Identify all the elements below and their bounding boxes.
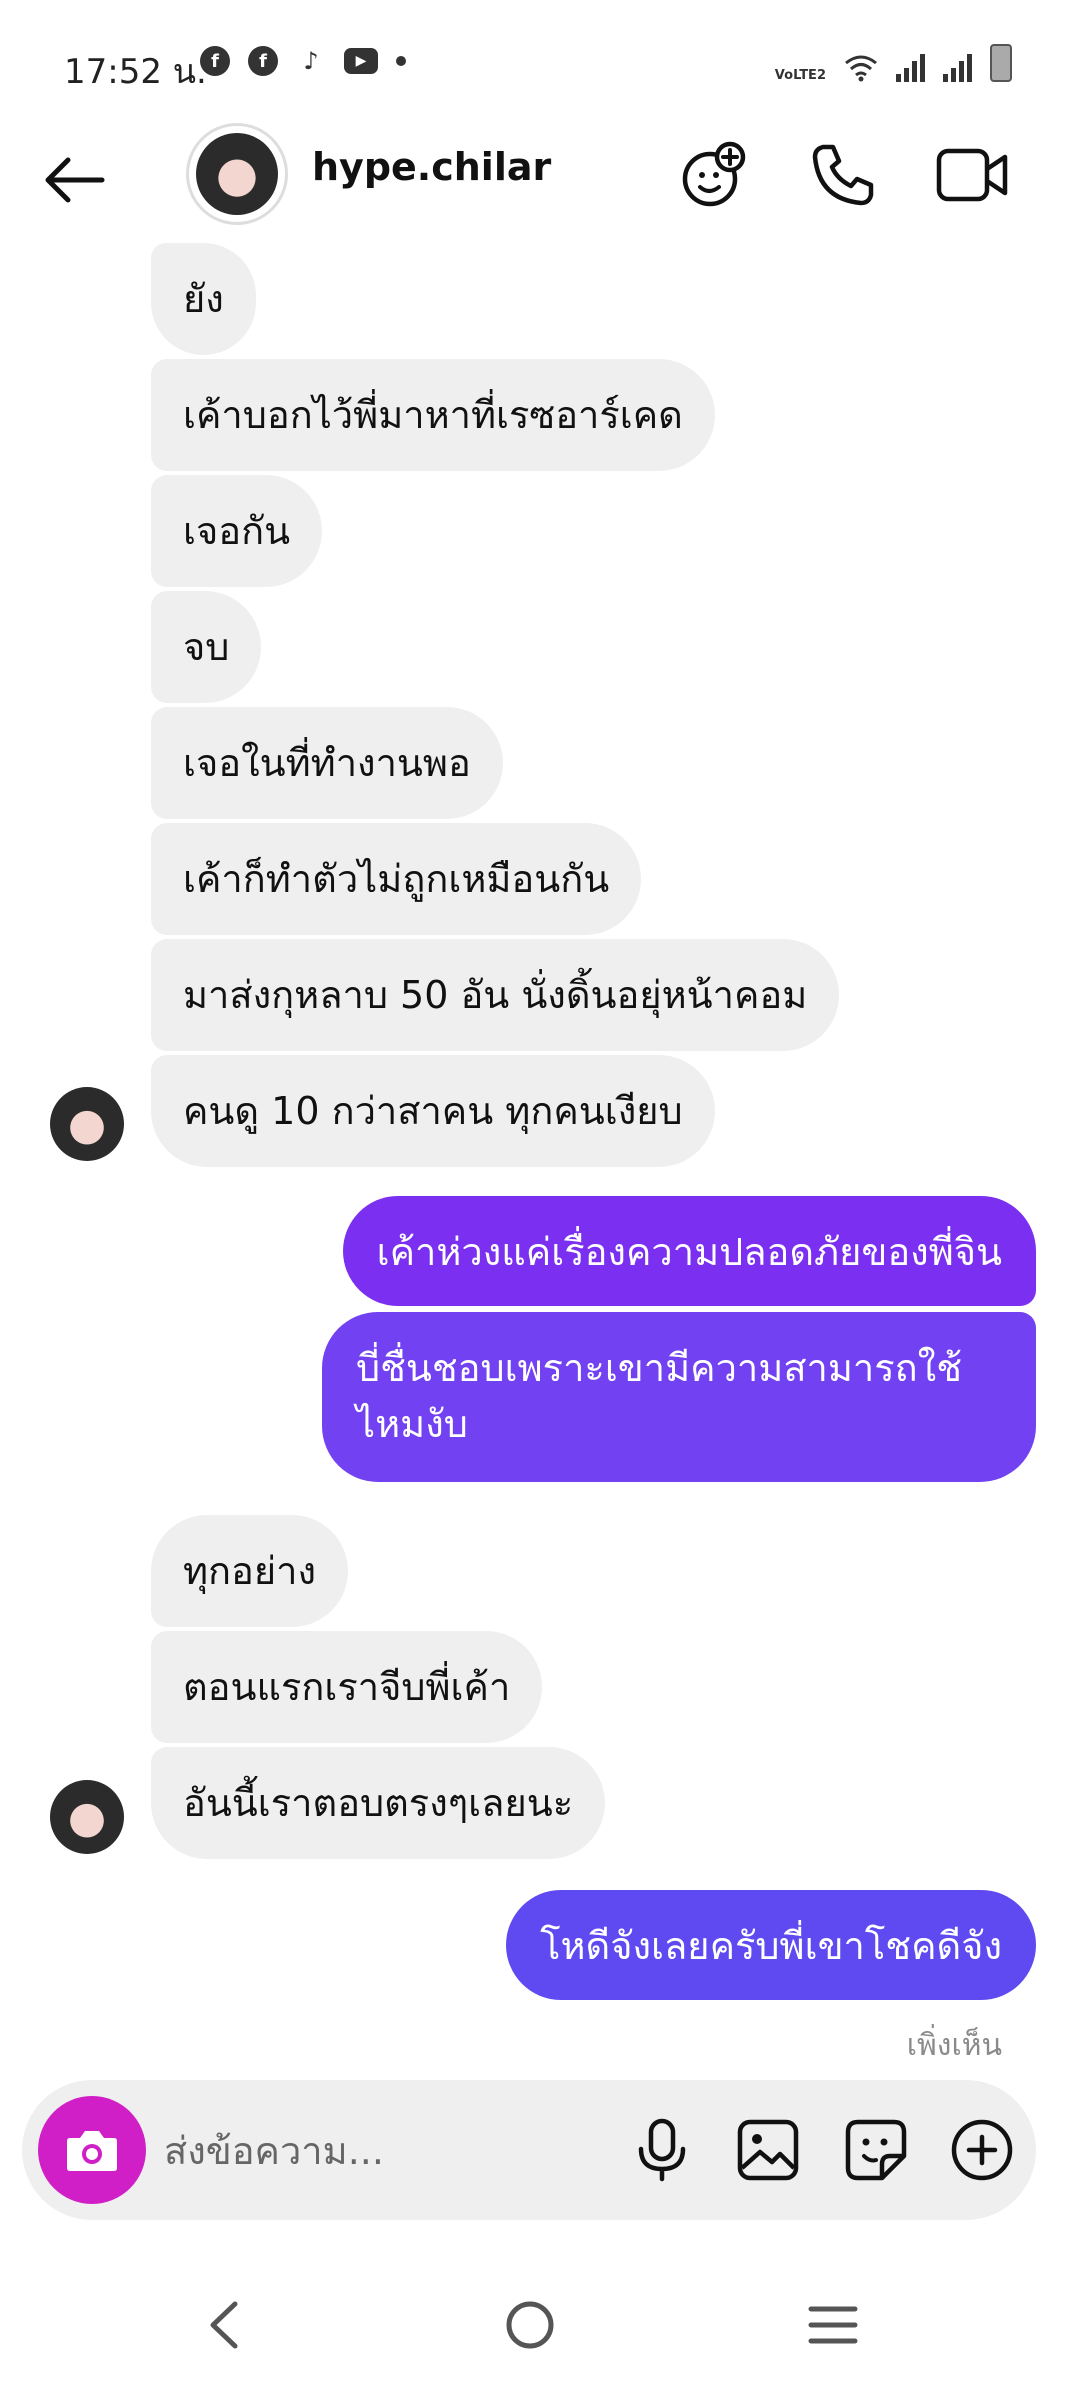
microphone-icon	[638, 2118, 686, 2182]
profile-avatar-button[interactable]	[186, 123, 288, 225]
incoming-message[interactable]: มาส่งกุหลาบ 50 อัน นั่งดิ้นอยุ่หน้าคอม	[151, 939, 840, 1051]
facebook-icon: f	[200, 46, 230, 76]
nav-home-button[interactable]	[485, 2290, 575, 2360]
incoming-message[interactable]: เค้าก็ทำตัวไม่ถูกเหมือนกัน	[151, 823, 642, 935]
system-nav-bar	[0, 2250, 1080, 2400]
outgoing-message[interactable]: บี่ชื่นชอบเพราะเขามีความสามารถใช้ ไหมงับ	[322, 1312, 1036, 1482]
sender-avatar[interactable]	[50, 1087, 124, 1161]
signal-icon	[896, 52, 925, 82]
outgoing-message[interactable]: เค้าห่วงแค่เรื่องความปลอดภัยของพี่จิน	[342, 1196, 1036, 1306]
add-effect-icon	[682, 141, 746, 207]
volte-label: VoLTE2	[774, 68, 826, 83]
battery-icon	[990, 44, 1012, 82]
incoming-message[interactable]: จบ	[151, 591, 262, 703]
video-call-button[interactable]	[932, 135, 1012, 215]
image-icon	[737, 2119, 799, 2181]
nav-home-icon	[506, 2301, 554, 2349]
call-button[interactable]	[803, 135, 883, 215]
notification-icons: f f ♪ ▶	[200, 46, 406, 76]
incoming-message[interactable]: เจอในที่ทำงานพอ	[151, 707, 503, 819]
signal-icon	[943, 52, 972, 82]
seen-status: เพิ่งเห็น	[906, 2028, 1002, 2063]
system-icons: VoLTE2	[775, 44, 1012, 82]
incoming-message[interactable]: ทุกอย่าง	[151, 1515, 349, 1627]
sticker-icon	[845, 2119, 907, 2181]
voice-message-button[interactable]	[622, 2110, 702, 2190]
nav-back-icon	[210, 2301, 238, 2349]
avatar	[196, 133, 278, 215]
back-button[interactable]	[40, 145, 110, 215]
phone-icon	[812, 144, 874, 206]
more-options-button[interactable]	[942, 2110, 1022, 2190]
tiktok-icon: ♪	[303, 47, 319, 75]
incoming-message[interactable]: ยัง	[151, 243, 256, 355]
outgoing-message-line: บี่ชื่นชอบเพราะเขามีความสามารถใช้	[356, 1346, 962, 1390]
nav-recents-icon	[808, 2306, 858, 2344]
message-input[interactable]	[162, 2120, 586, 2182]
incoming-message[interactable]: อันนี้เราตอบตรงๆเลยนะ	[151, 1747, 606, 1859]
incoming-message[interactable]: เค้าบอกไว้พี่มาหาที่เรซอาร์เคด	[151, 359, 715, 471]
gallery-button[interactable]	[728, 2110, 808, 2190]
incoming-message[interactable]: ตอนแรกเราจีบพี่เค้า	[151, 1631, 543, 1743]
video-icon	[936, 148, 1008, 202]
camera-button[interactable]	[38, 2096, 146, 2204]
dot-icon	[396, 56, 406, 66]
message-composer	[22, 2080, 1036, 2220]
plus-circle-icon	[951, 2119, 1013, 2181]
youtube-icon: ▶	[344, 48, 378, 74]
status-bar: 17:52 น. f f ♪ ▶ VoLTE2	[0, 0, 1080, 120]
chat-username[interactable]: hype.chilar	[312, 145, 551, 189]
facebook-icon: f	[248, 46, 278, 76]
camera-icon	[67, 2131, 117, 2171]
incoming-message[interactable]: คนดู 10 กว่าสาคน ทุกคนเงียบ	[151, 1055, 715, 1167]
incoming-message[interactable]: เจอกัน	[151, 475, 323, 587]
status-time: 17:52 น.	[64, 52, 207, 92]
effects-button[interactable]	[674, 135, 754, 215]
back-arrow-icon	[45, 157, 105, 203]
sticker-button[interactable]	[836, 2110, 916, 2190]
outgoing-message-line: ไหมงับ	[356, 1402, 468, 1446]
sender-avatar[interactable]	[50, 1780, 124, 1854]
chat-header: hype.chilar	[0, 115, 1080, 245]
nav-recents-button[interactable]	[788, 2290, 878, 2360]
nav-back-button[interactable]	[178, 2290, 268, 2360]
wifi-icon	[845, 55, 877, 82]
outgoing-message[interactable]: โหดีจังเลยครับพี่เขาโชคดีจัง	[506, 1890, 1036, 2000]
